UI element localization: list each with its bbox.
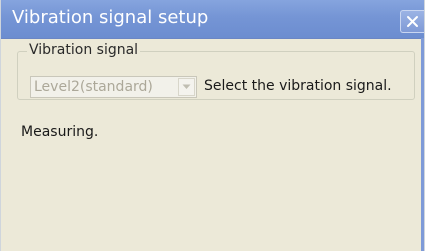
dropdown-button[interactable] [178, 78, 195, 96]
select-value: Level2(standard) [34, 79, 153, 95]
select-hint-label: Select the vibration signal. [204, 78, 392, 94]
title-bar[interactable]: Vibration signal setup [1, 0, 424, 39]
close-icon [407, 16, 418, 27]
window-title: Vibration signal setup [12, 7, 209, 28]
close-button[interactable] [400, 10, 424, 33]
chevron-down-icon [182, 84, 191, 89]
vibration-level-select[interactable]: Level2(standard) [30, 76, 197, 98]
window-border [421, 38, 424, 251]
group-legend: Vibration signal [27, 41, 141, 59]
dialog-window: Vibration signal setup Vibration signal … [0, 0, 425, 251]
status-text: Measuring. [21, 124, 99, 140]
